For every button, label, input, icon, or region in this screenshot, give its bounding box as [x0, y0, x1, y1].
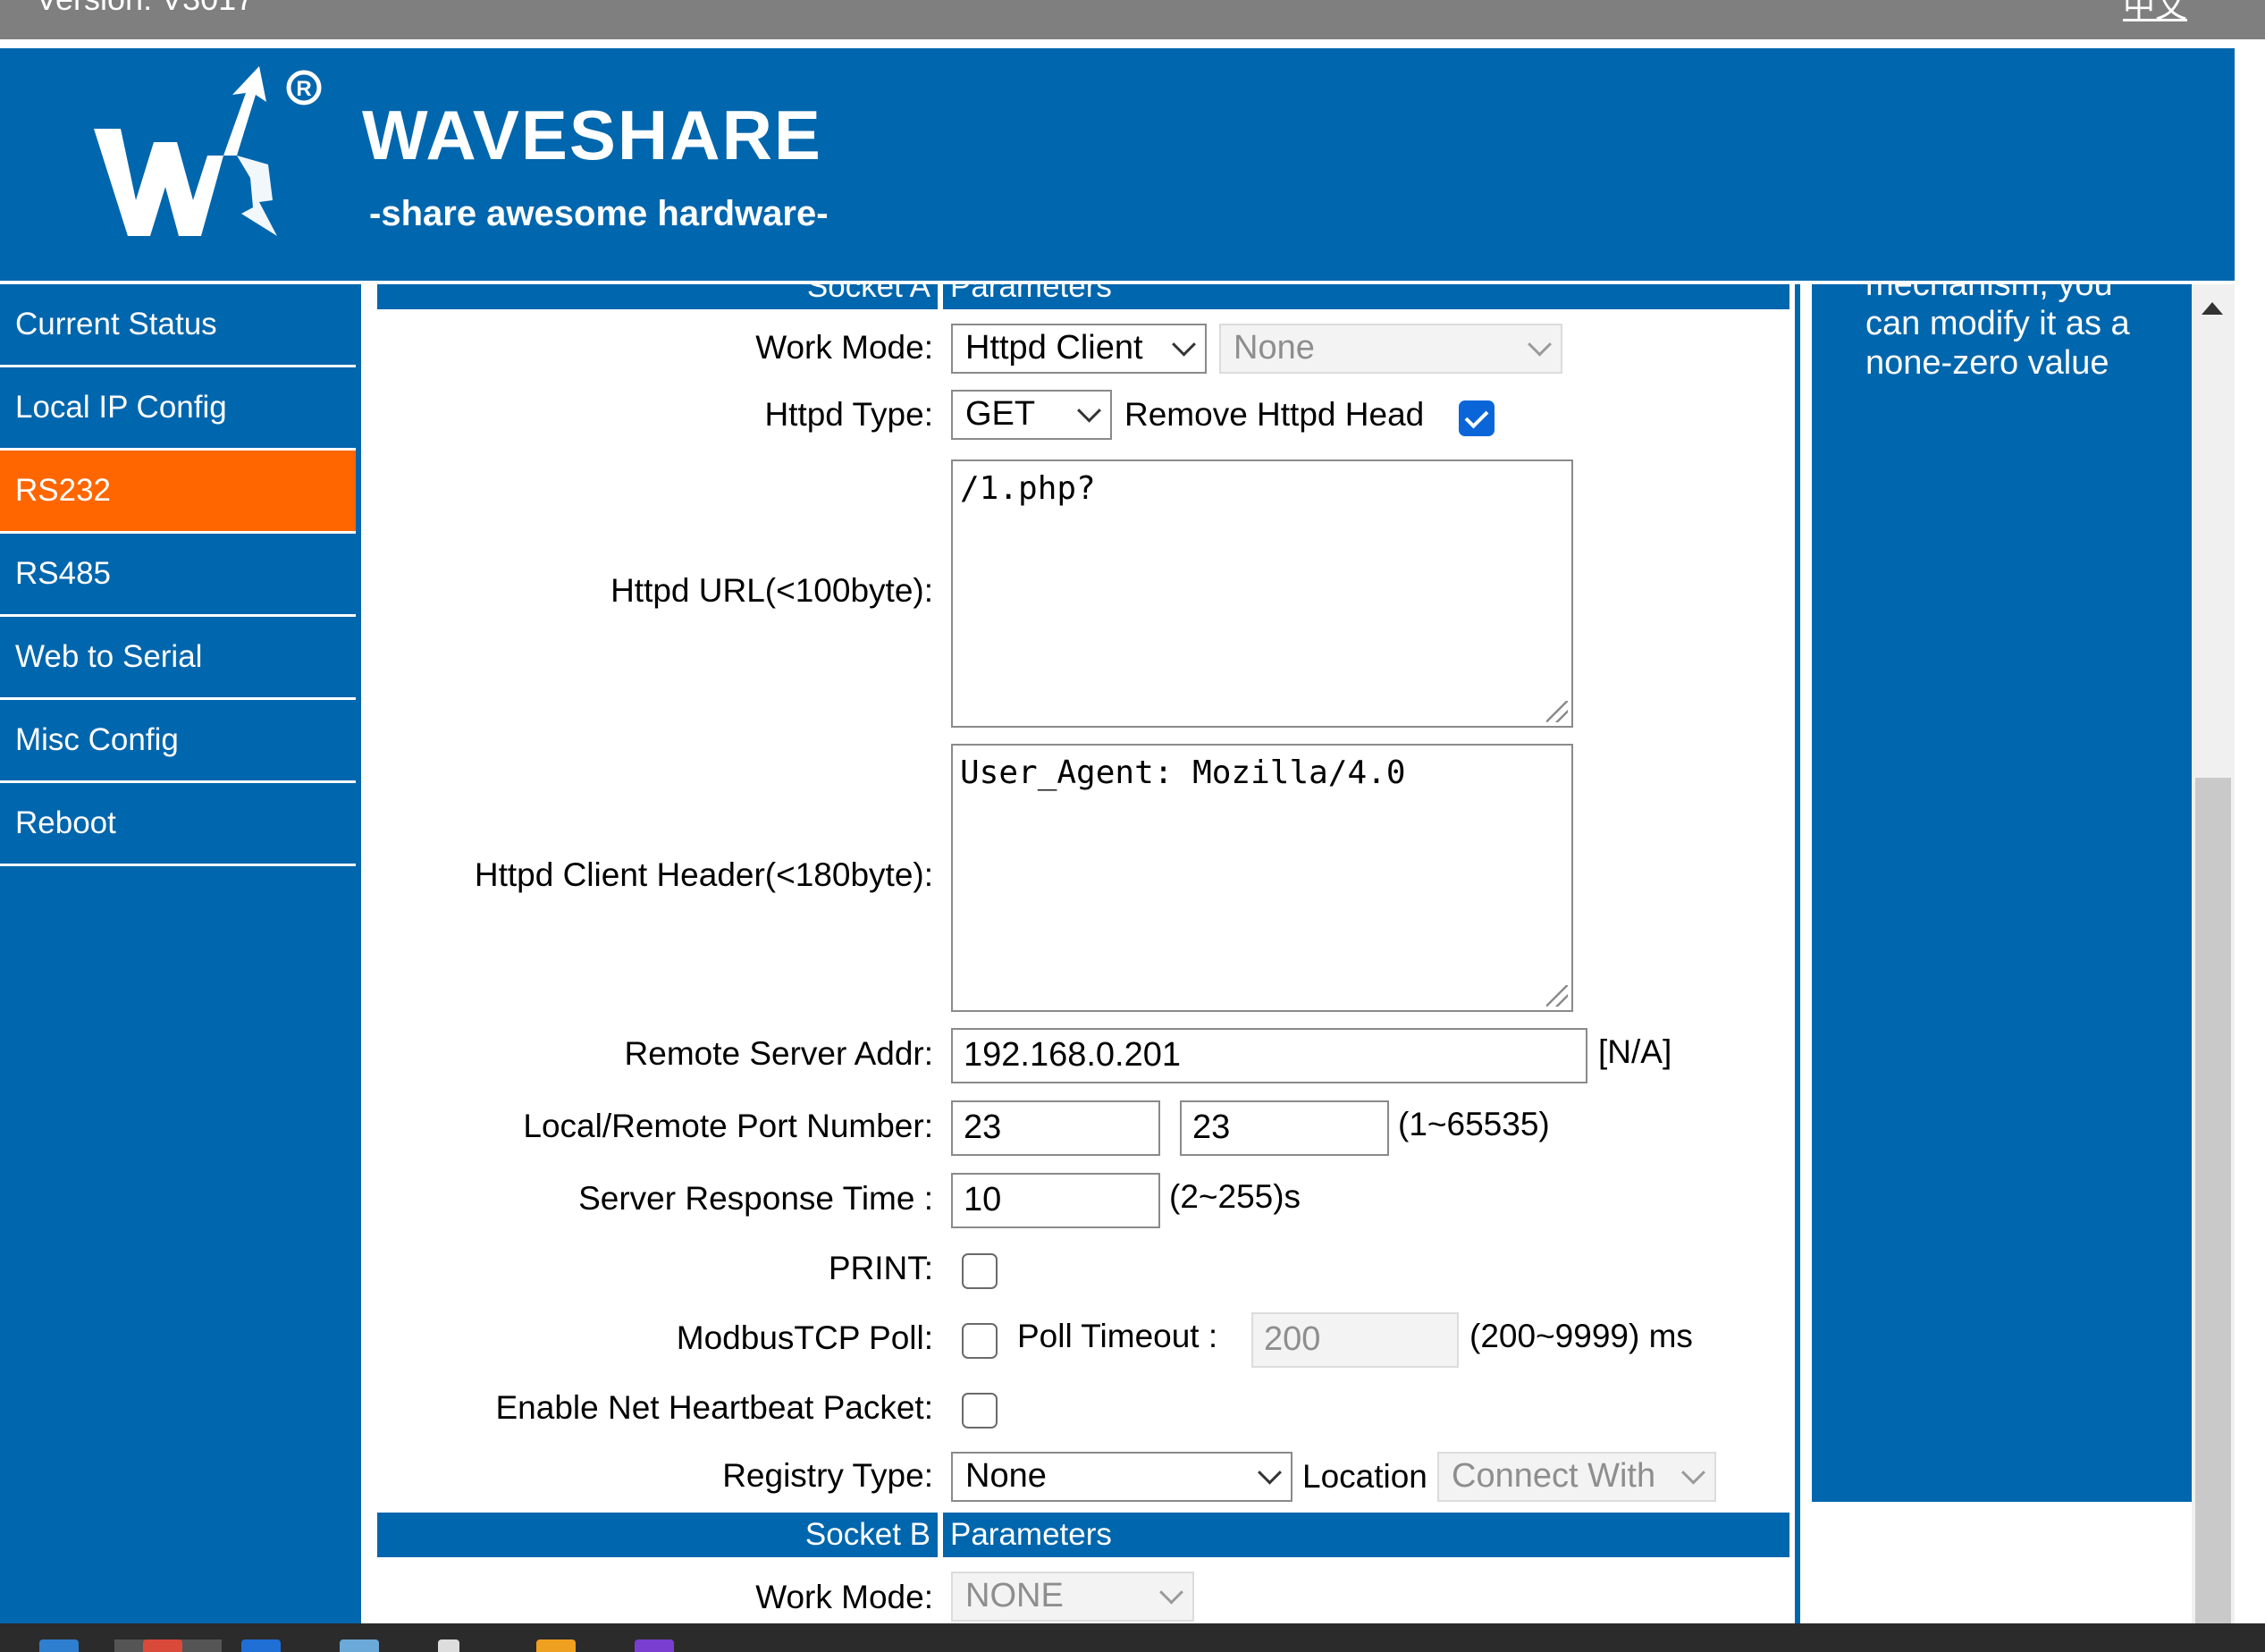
- config-form: Socket A Parameters Work Mode: Httpd Typ…: [368, 284, 1789, 1625]
- response-time-range-note: (2~255)s: [1169, 1178, 1301, 1215]
- remove-head-label: Remove Httpd Head: [1124, 396, 1425, 433]
- taskbar-app-icon[interactable]: [39, 1639, 79, 1652]
- location-label: Location: [1302, 1458, 1427, 1495]
- taskbar-app-icon[interactable]: [438, 1639, 459, 1652]
- poll-timeout-input: 200: [1251, 1312, 1459, 1368]
- chevron-down-icon: [1077, 398, 1101, 423]
- scroll-up-arrow-icon[interactable]: [2202, 302, 2223, 315]
- work-mode-label: Work Mode:: [755, 329, 933, 366]
- sidebar-nav: Current Status Local IP Config RS232 RS4…: [0, 284, 356, 1625]
- version-text: Version: V3017: [36, 0, 254, 18]
- taskbar-app-icon[interactable]: [635, 1639, 674, 1652]
- taskbar-app-icon[interactable]: [536, 1639, 576, 1652]
- client-header-value: User_Agent: Mozilla/4.0: [960, 754, 1406, 791]
- sidebar-item-local-ip-config[interactable]: Local IP Config: [0, 367, 356, 451]
- registry-type-select[interactable]: None: [951, 1452, 1292, 1502]
- local-port-value: 23: [964, 1108, 1002, 1146]
- modbus-poll-checkbox[interactable]: [962, 1323, 998, 1359]
- scrollbar-thumb[interactable]: [2195, 778, 2231, 1625]
- response-time-label: Server Response Time :: [578, 1180, 933, 1217]
- socket-b-header: Socket B Parameters: [377, 1513, 1789, 1557]
- remote-server-input[interactable]: 192.168.0.201: [951, 1028, 1587, 1083]
- sidebar-item-misc-config[interactable]: Misc Config: [0, 700, 356, 783]
- remote-server-label: Remote Server Addr:: [624, 1035, 933, 1072]
- language-link[interactable]: 中文: [2123, 0, 2187, 27]
- location-select: Connect With: [1437, 1452, 1716, 1502]
- socket-b-parameters-title: Parameters: [943, 1513, 1789, 1557]
- httpd-url-value: /1.php?: [960, 470, 1096, 507]
- chevron-down-icon: [1681, 1460, 1705, 1485]
- httpd-url-label: Httpd URL(<100byte):: [610, 572, 933, 609]
- socket-b-work-mode-select: NONE: [951, 1572, 1194, 1622]
- taskbar-app-icon[interactable]: [340, 1639, 379, 1652]
- sidebar-item-web-to-serial[interactable]: Web to Serial: [0, 617, 356, 700]
- httpd-url-textarea[interactable]: /1.php?: [951, 459, 1573, 728]
- httpd-type-select[interactable]: GET: [951, 390, 1112, 440]
- response-time-value: 10: [964, 1181, 1002, 1218]
- print-checkbox[interactable]: [962, 1253, 998, 1289]
- socket-a-parameters-title: Parameters: [943, 284, 1789, 309]
- brand-name: WAVESHARE: [362, 96, 822, 174]
- socket-b-title: Socket B: [377, 1513, 938, 1557]
- local-port-input[interactable]: 23: [951, 1100, 1160, 1156]
- heartbeat-label: Enable Net Heartbeat Packet:: [495, 1389, 933, 1426]
- help-panel: mechanism, you can modify it as a none-z…: [1812, 284, 2192, 1502]
- help-text-line: none-zero value: [1865, 344, 2109, 382]
- socket-b-work-mode-value: NONE: [965, 1577, 1064, 1614]
- svg-text:R: R: [296, 77, 311, 101]
- httpd-type-value: GET: [965, 395, 1036, 433]
- resize-grip-icon[interactable]: [1546, 985, 1568, 1007]
- port-number-label: Local/Remote Port Number:: [523, 1108, 933, 1144]
- poll-timeout-label: Poll Timeout :: [1017, 1318, 1218, 1354]
- work-mode-secondary-select: None: [1219, 324, 1562, 374]
- help-text-line: mechanism, you: [1865, 284, 2113, 303]
- divider: [1795, 284, 1800, 1625]
- client-header-textarea[interactable]: User_Agent: Mozilla/4.0: [951, 744, 1573, 1012]
- poll-timeout-value: 200: [1264, 1320, 1321, 1358]
- remote-port-input[interactable]: 23: [1180, 1100, 1389, 1156]
- divider: [356, 284, 361, 1625]
- remote-server-status: [N/A]: [1598, 1033, 1672, 1070]
- chevron-down-icon: [1528, 332, 1552, 357]
- sidebar-item-rs485[interactable]: RS485: [0, 534, 356, 617]
- taskbar-app-icon[interactable]: [143, 1639, 182, 1652]
- chevron-down-icon: [1159, 1580, 1183, 1605]
- version-bar: Version: V3017 中文: [0, 0, 2265, 39]
- sidebar-item-rs232[interactable]: RS232: [0, 451, 356, 534]
- location-value: Connect With: [1452, 1457, 1656, 1495]
- taskbar-app-icon[interactable]: [241, 1639, 281, 1652]
- work-mode-value: Httpd Client: [965, 329, 1143, 367]
- help-text-line: can modify it as a: [1865, 305, 2130, 342]
- port-range-note: (1~65535): [1398, 1106, 1550, 1142]
- divider: [0, 39, 2265, 48]
- registry-type-label: Registry Type:: [722, 1457, 933, 1494]
- remote-port-value: 23: [1192, 1108, 1231, 1146]
- socket-b-work-mode-label: Work Mode:: [755, 1579, 933, 1615]
- remove-head-checkbox[interactable]: [1459, 400, 1495, 436]
- heartbeat-checkbox[interactable]: [962, 1393, 998, 1429]
- sidebar-item-reboot[interactable]: Reboot: [0, 783, 356, 866]
- poll-timeout-range-note: (200~9999) ms: [1469, 1318, 1693, 1354]
- work-mode-select[interactable]: Httpd Client: [951, 324, 1207, 374]
- httpd-type-label: Httpd Type:: [764, 396, 933, 433]
- chevron-down-icon: [1172, 332, 1196, 357]
- remote-server-value: 192.168.0.201: [964, 1036, 1182, 1074]
- header-banner: R WAVESHARE -share awesome hardware-: [0, 48, 2235, 281]
- brand-slogan: -share awesome hardware-: [369, 194, 829, 233]
- modbus-poll-label: ModbusTCP Poll:: [676, 1319, 933, 1356]
- waveshare-logo: R: [94, 66, 322, 236]
- chevron-down-icon: [1258, 1460, 1282, 1485]
- label-column: Work Mode: Httpd Type: Httpd URL(<100byt…: [368, 284, 933, 1625]
- sidebar-item-current-status[interactable]: Current Status: [0, 284, 356, 367]
- registry-type-value: None: [965, 1457, 1047, 1495]
- response-time-input[interactable]: 10: [951, 1173, 1160, 1228]
- print-label: PRINT:: [828, 1250, 933, 1286]
- work-mode-secondary-value: None: [1234, 329, 1315, 367]
- resize-grip-icon[interactable]: [1546, 701, 1568, 722]
- client-header-label: Httpd Client Header(<180byte):: [474, 856, 933, 893]
